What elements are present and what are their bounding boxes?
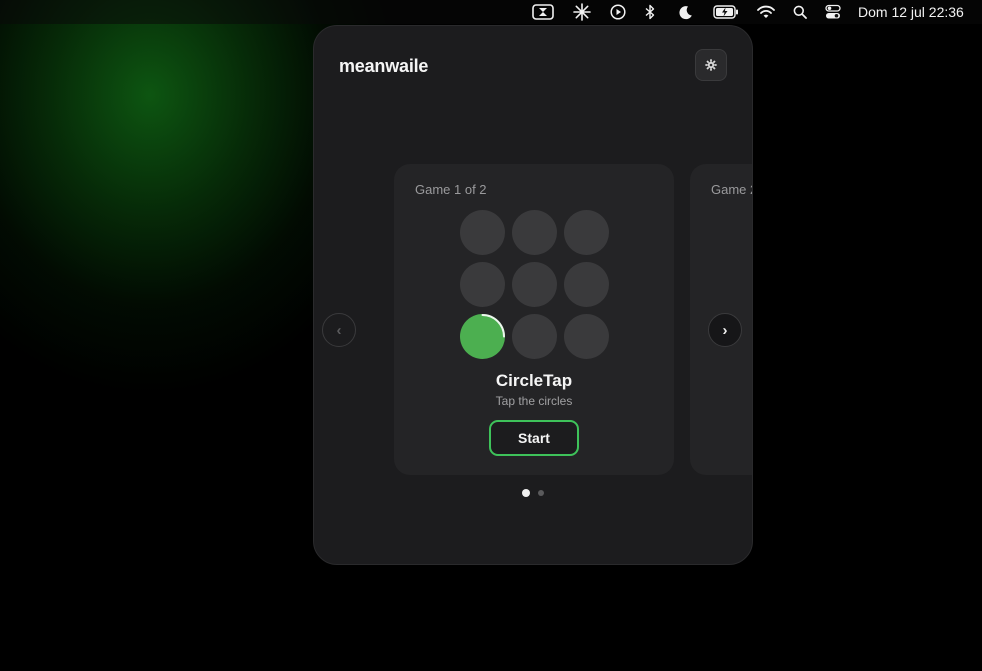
game-title: CircleTap <box>495 371 573 390</box>
start-button[interactable]: Start <box>489 420 579 456</box>
control-center-icon[interactable] <box>824 3 842 21</box>
grid-circle[interactable] <box>564 314 609 359</box>
grid-circle[interactable] <box>564 262 609 307</box>
next-game-button[interactable]: › <box>708 313 742 347</box>
battery-charging-icon[interactable] <box>712 3 740 21</box>
pagination-dot[interactable] <box>538 490 544 496</box>
grid-circle[interactable] <box>460 210 505 255</box>
play-circle-icon[interactable] <box>609 3 627 21</box>
app-panel: meanwaile Game 1 of 2 CircleTap Tap the … <box>313 25 753 565</box>
desktop: Dom 12 jul 22:36 meanwaile Game 1 of 2 C… <box>0 0 982 671</box>
grid-circle-active[interactable] <box>460 314 505 359</box>
grid-circle[interactable] <box>460 262 505 307</box>
grid-circle[interactable] <box>564 210 609 255</box>
menubar-clock[interactable]: Dom 12 jul 22:36 <box>858 4 964 20</box>
bluetooth-icon[interactable] <box>643 3 657 21</box>
sparkle-icon[interactable] <box>572 3 592 21</box>
game-counter: Game 1 of 2 <box>415 182 487 197</box>
moon-icon[interactable] <box>677 3 693 21</box>
previous-game-button[interactable]: ‹ <box>322 313 356 347</box>
game-counter: Game 2 <box>711 182 753 197</box>
gear-icon <box>705 59 717 71</box>
pagination-dot-active[interactable] <box>522 489 530 497</box>
app-brand: meanwaile <box>339 56 429 76</box>
progress-ring <box>481 314 505 338</box>
grid-circle[interactable] <box>512 314 557 359</box>
grid-circle[interactable] <box>512 210 557 255</box>
search-icon[interactable] <box>792 3 808 21</box>
grid-circle[interactable] <box>512 262 557 307</box>
game-card-circletap: Game 1 of 2 CircleTap Tap the circles St… <box>394 164 674 475</box>
circle-grid <box>460 210 610 360</box>
game-subtitle: Tap the circles <box>495 394 573 408</box>
wifi-icon[interactable] <box>756 3 776 21</box>
settings-button[interactable] <box>695 49 727 81</box>
hourglass-icon[interactable] <box>531 3 555 21</box>
menu-bar: Dom 12 jul 22:36 <box>0 0 982 24</box>
